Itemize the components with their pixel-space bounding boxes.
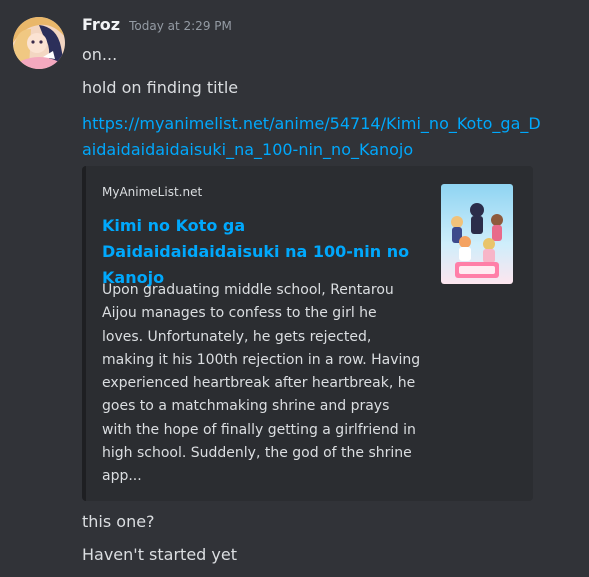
user-avatar[interactable] [13, 17, 65, 69]
embed-description: Upon graduating middle school, Rentarou … [102, 282, 421, 485]
anime-girl-avatar-icon [13, 17, 65, 69]
anime-link[interactable]: https://myanimelist.net/anime/54714/Kimi… [82, 111, 542, 163]
embed-provider: MyAnimeList.net [102, 185, 203, 199]
embed-thumbnail[interactable] [441, 184, 513, 284]
anime-cover-thumbnail-icon [441, 184, 513, 284]
message-line-1: on... [82, 45, 118, 64]
message-header: Froz Today at 2:29 PM [82, 15, 232, 39]
link-embed: MyAnimeList.net Kimi no Koto ga Daidaida… [82, 166, 533, 501]
author-username[interactable]: Froz [82, 15, 120, 34]
followup-line-2: Haven't started yet [82, 545, 237, 564]
message-line-2: hold on finding title [82, 78, 239, 97]
followup-line-1: this one? [82, 512, 155, 531]
message-timestamp: Today at 2:29 PM [129, 19, 232, 33]
